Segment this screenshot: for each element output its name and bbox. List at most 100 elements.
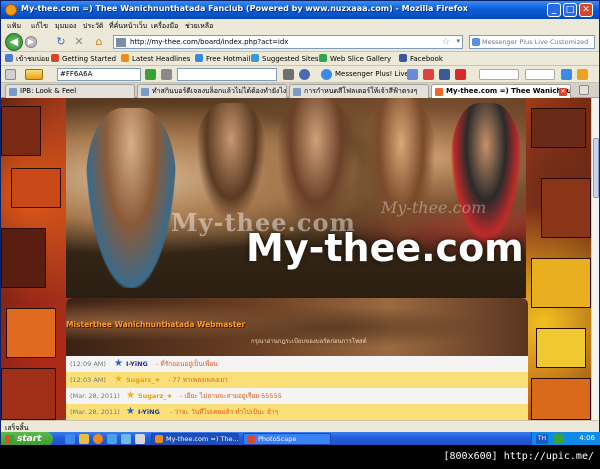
rss-icon: [121, 54, 129, 62]
upic-watermark: [800x600] http://upic.me/: [443, 451, 594, 462]
volume-slider[interactable]: [525, 69, 555, 80]
camera-icon[interactable]: [161, 69, 172, 80]
search-input[interactable]: [482, 37, 592, 47]
search-engine-icon[interactable]: [472, 38, 480, 46]
color-value-field[interactable]: #FF6A6A: [57, 68, 141, 81]
facebook-toolbar-icon[interactable]: [439, 69, 450, 80]
shout-time: (Mar. 28, 2011): [70, 408, 120, 416]
clock[interactable]: 4:06: [579, 434, 595, 442]
shoutbox-row: (Mar. 28, 2011) ★ Sugarz_★ - เยียะ ไม่ถา…: [66, 388, 528, 404]
menu-tools[interactable]: เครื่องมือ: [151, 21, 178, 32]
bookmark-getting-started[interactable]: Getting Started: [51, 54, 116, 65]
bookmarks-toolbar: เข้าชมบ่อย Getting Started Latest Headli…: [1, 52, 599, 66]
tab-ipb-look-feel[interactable]: IPB: Look & Feel: [5, 84, 135, 98]
ie-icon: [251, 54, 259, 62]
title-bar[interactable]: My-thee.com =) Thee Wanichnunthatada Fan…: [1, 1, 599, 19]
toolbar-menu-icon[interactable]: [5, 69, 16, 80]
tab-my-thee[interactable]: My-thee.com =) Thee Wanichnun... ✕: [431, 84, 571, 98]
show-more-icon[interactable]: [135, 434, 145, 444]
menu-help[interactable]: ช่วยเหลือ: [185, 21, 213, 32]
chat-icon[interactable]: [577, 69, 588, 80]
menu-history[interactable]: ประวัติ: [83, 21, 103, 32]
taskbar-photoscape[interactable]: PhotoScape: [243, 433, 331, 445]
addon-search-field[interactable]: [177, 68, 277, 81]
bookmark-web-slice-gallery[interactable]: Web Slice Gallery: [319, 54, 391, 65]
bookmark-free-hotmail[interactable]: Free Hotmail: [195, 54, 250, 65]
home-icon[interactable]: ⌂: [93, 36, 105, 48]
menu-edit[interactable]: แก้ไข: [31, 21, 48, 32]
shout-message: - เยียะ ไม่ถามจะสายอยู่เรื่อย 55555: [180, 392, 282, 400]
vertical-scrollbar[interactable]: [591, 98, 599, 420]
weather-icon[interactable]: [561, 69, 572, 80]
network-icon[interactable]: [554, 434, 564, 444]
board-subtext: กรุณาอ่านกฎระเบียบของบอร์ดก่อนการโพสต์: [251, 338, 367, 345]
messenger-quicklaunch-icon[interactable]: [121, 434, 131, 444]
reload-icon[interactable]: ↻: [55, 36, 67, 48]
bookmark-latest-headlines[interactable]: Latest Headlines: [121, 54, 190, 65]
brick-decoration: [1, 106, 41, 156]
ie-quicklaunch-icon[interactable]: [65, 434, 75, 444]
desktop-quicklaunch-icon[interactable]: [107, 434, 117, 444]
language-indicator[interactable]: TH: [536, 434, 548, 444]
monitor-icon[interactable]: [283, 69, 294, 80]
youtube-icon[interactable]: [455, 69, 466, 80]
tab-list-icon[interactable]: [579, 85, 589, 95]
bookmark-star-icon[interactable]: ☆: [442, 37, 450, 47]
site-logo[interactable]: My-thee.com: [246, 226, 524, 270]
menu-view[interactable]: มุมมอง: [55, 21, 76, 32]
shout-user[interactable]: I-YiNG: [138, 404, 160, 420]
brick-decoration: [6, 308, 56, 358]
firefox-icon: [5, 4, 17, 16]
firefox-quicklaunch-icon[interactable]: [93, 434, 103, 444]
maximize-button[interactable]: □: [563, 3, 577, 17]
search-box[interactable]: [469, 35, 595, 49]
address-bar[interactable]: http://my-thee.com/board/index.php?act=i…: [113, 35, 463, 49]
stop-icon[interactable]: ✕: [73, 36, 85, 48]
star-icon: ★: [114, 358, 123, 369]
brick-decoration: [531, 378, 591, 420]
bookmark-most-visited[interactable]: เข้าชมบ่อย: [5, 54, 49, 65]
color-picker-icon[interactable]: [25, 69, 43, 80]
site-identity-icon[interactable]: [116, 38, 126, 47]
taskbar-firefox[interactable]: My-thee.com =) The...: [151, 433, 239, 445]
photoscape-icon: [247, 435, 255, 443]
bookmark-facebook[interactable]: Facebook: [399, 54, 443, 65]
shout-user[interactable]: I-YiNG: [126, 356, 148, 372]
tab-favicon: [293, 88, 301, 96]
bookmark-suggested-sites[interactable]: Suggested Sites: [251, 54, 319, 65]
url-dropdown-icon[interactable]: ▾: [456, 37, 460, 45]
avatar-icon[interactable]: [407, 69, 418, 80]
url-text: http://my-thee.com/board/index.php?act=i…: [130, 38, 289, 46]
menu-bookmarks[interactable]: ที่คั่นหน้าเว็บ: [109, 21, 147, 32]
shout-user[interactable]: Sugarz_★: [138, 388, 172, 404]
menu-file[interactable]: แฟ้ม: [7, 21, 21, 32]
folder-quicklaunch-icon[interactable]: [79, 434, 89, 444]
shout-time: (Mar. 28, 2011): [70, 392, 120, 400]
media-controls[interactable]: [479, 69, 519, 80]
banner-photo: [86, 108, 176, 288]
tab-skin-question[interactable]: ทำสกินบอร์ดีเจลงบล็อกแล้วไม่ได้ต้องทำยัง…: [137, 84, 287, 98]
back-button[interactable]: ◀: [5, 33, 23, 51]
windows-logo-icon: [5, 435, 14, 443]
forward-button[interactable]: ▶: [25, 36, 37, 48]
navigation-toolbar: ◀ ▶ ↻ ✕ ⌂ http://my-thee.com/board/index…: [1, 32, 599, 52]
page-content: My-thee.com My-thee.com My-thee.com Mist…: [1, 98, 591, 420]
windows-taskbar: start My-thee.com =) The... PhotoScape T…: [1, 432, 600, 446]
minimize-button[interactable]: _: [547, 3, 561, 17]
globe-icon[interactable]: [299, 69, 310, 80]
tab-folder-color[interactable]: การกำหนดสีโฟลเดอร์ให้เจ้าสีฟ้าตรงๆ: [289, 84, 429, 98]
shout-user[interactable]: Sugarz_★: [126, 372, 160, 388]
bookmark-icon: [5, 54, 13, 62]
messenger-plus-button[interactable]: Messenger Plus! Live: [335, 70, 409, 81]
start-button[interactable]: start: [1, 432, 53, 446]
banner-watermark-text: My-thee.com: [381, 198, 487, 217]
go-arrow-icon[interactable]: [145, 69, 156, 80]
tab-favicon: [141, 88, 149, 96]
heart-icon[interactable]: [423, 69, 434, 80]
close-button[interactable]: ✕: [579, 3, 593, 17]
tab-close-icon[interactable]: ✕: [559, 88, 567, 96]
messenger-icon[interactable]: [321, 69, 332, 80]
brick-decoration: [541, 178, 591, 238]
scrollbar-thumb[interactable]: [593, 138, 599, 198]
brick-decoration: [536, 328, 586, 368]
